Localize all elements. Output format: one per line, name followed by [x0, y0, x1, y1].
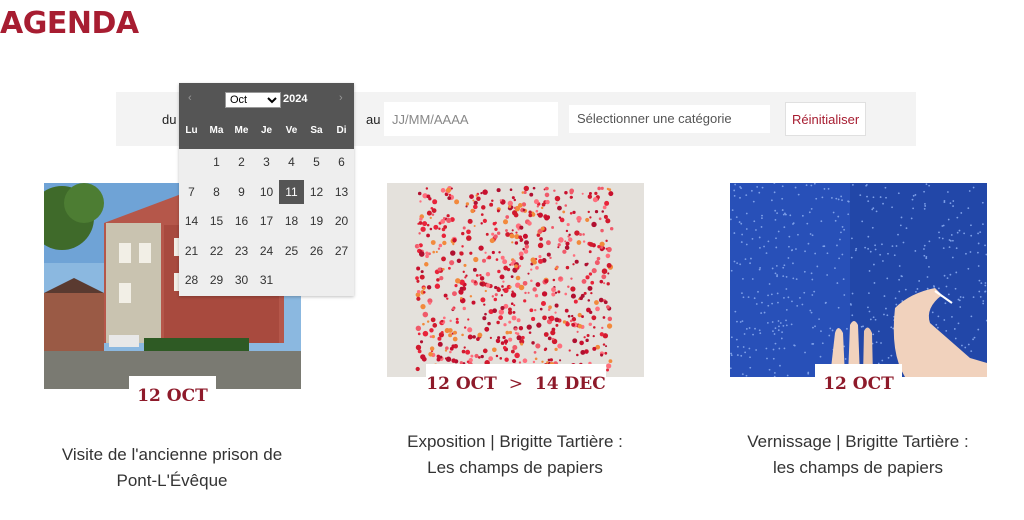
- datepicker-day[interactable]: 13: [329, 180, 354, 204]
- next-month-icon[interactable]: ›: [339, 92, 343, 104]
- datepicker-popup: ‹ › JanFebMarAprMayJunJulAugSepOctNovDec…: [179, 83, 354, 296]
- weekday-header: Me: [234, 125, 249, 136]
- datepicker-day[interactable]: 1: [204, 150, 229, 174]
- datepicker-day[interactable]: 27: [329, 239, 354, 263]
- event-title[interactable]: Visite de l'ancienne prison de Pont-L'Év…: [52, 442, 292, 494]
- event-title[interactable]: Vernissage | Brigitte Tartière : les cha…: [738, 429, 978, 481]
- paper-fields-artwork: [387, 183, 644, 377]
- weekday-header: Di: [336, 125, 347, 136]
- datepicker-day[interactable]: 24: [254, 239, 279, 263]
- datepicker-day[interactable]: 7: [179, 180, 204, 204]
- datepicker-day[interactable]: 9: [229, 180, 254, 204]
- datepicker-day[interactable]: 6: [329, 150, 354, 174]
- prev-month-icon[interactable]: ‹: [188, 92, 192, 104]
- datepicker-day[interactable]: 18: [279, 209, 304, 233]
- blue-artwork-hands: [730, 183, 987, 377]
- datepicker-day[interactable]: 28: [179, 268, 204, 292]
- event-image-vernissage[interactable]: [730, 183, 987, 377]
- event-date-badge: 12 OCT: [129, 376, 216, 416]
- event-title[interactable]: Exposition | Brigitte Tartière : Les cha…: [395, 429, 635, 481]
- event-date-range: 12 OCT > 14 DEC: [426, 364, 606, 404]
- from-label: du: [162, 112, 177, 127]
- weekday-header: Je: [260, 125, 273, 136]
- datepicker-day[interactable]: 21: [179, 239, 204, 263]
- reset-button[interactable]: Réinitialiser: [785, 102, 866, 136]
- datepicker-day[interactable]: 26: [304, 239, 329, 263]
- datepicker-day-selected[interactable]: 11: [279, 179, 304, 204]
- datepicker-day[interactable]: 8: [204, 180, 229, 204]
- page-title: AGENDA: [0, 6, 139, 41]
- datepicker-day[interactable]: 29: [204, 268, 229, 292]
- event-date-badge: 12 OCT: [815, 364, 902, 404]
- datepicker-day[interactable]: 3: [254, 150, 279, 174]
- end-date-input[interactable]: [384, 102, 558, 136]
- datepicker-day[interactable]: 5: [304, 150, 329, 174]
- weekday-header: Ve: [285, 125, 298, 136]
- datepicker-day[interactable]: 17: [254, 209, 279, 233]
- datepicker-day[interactable]: 20: [329, 209, 354, 233]
- weekday-header: Ma: [209, 125, 224, 136]
- weekday-header: Lu: [185, 125, 198, 136]
- datepicker-day[interactable]: 12: [304, 180, 329, 204]
- date-range-separator: >: [508, 374, 523, 394]
- datepicker-day[interactable]: 25: [279, 239, 304, 263]
- event-date-start: 12 OCT: [426, 374, 497, 394]
- datepicker-day[interactable]: 2: [229, 150, 254, 174]
- weekday-header: Sa: [310, 125, 323, 136]
- datepicker-day[interactable]: 22: [204, 239, 229, 263]
- datepicker-day[interactable]: 31: [254, 268, 279, 292]
- datepicker-day[interactable]: 16: [229, 209, 254, 233]
- category-select[interactable]: Sélectionner une catégorie: [569, 105, 770, 133]
- year-label: 2024: [283, 93, 308, 105]
- datepicker-day[interactable]: 4: [279, 150, 304, 174]
- event-date-end: 14 DEC: [534, 374, 606, 394]
- month-select[interactable]: JanFebMarAprMayJunJulAugSepOctNovDec: [225, 92, 281, 108]
- datepicker-day[interactable]: 23: [229, 239, 254, 263]
- datepicker-day[interactable]: 19: [304, 209, 329, 233]
- event-image-exposition[interactable]: [387, 183, 644, 377]
- to-label: au: [366, 112, 381, 127]
- datepicker-day[interactable]: 14: [179, 209, 204, 233]
- datepicker-day[interactable]: 15: [204, 209, 229, 233]
- datepicker-day[interactable]: 10: [254, 180, 279, 204]
- datepicker-day[interactable]: 30: [229, 268, 254, 292]
